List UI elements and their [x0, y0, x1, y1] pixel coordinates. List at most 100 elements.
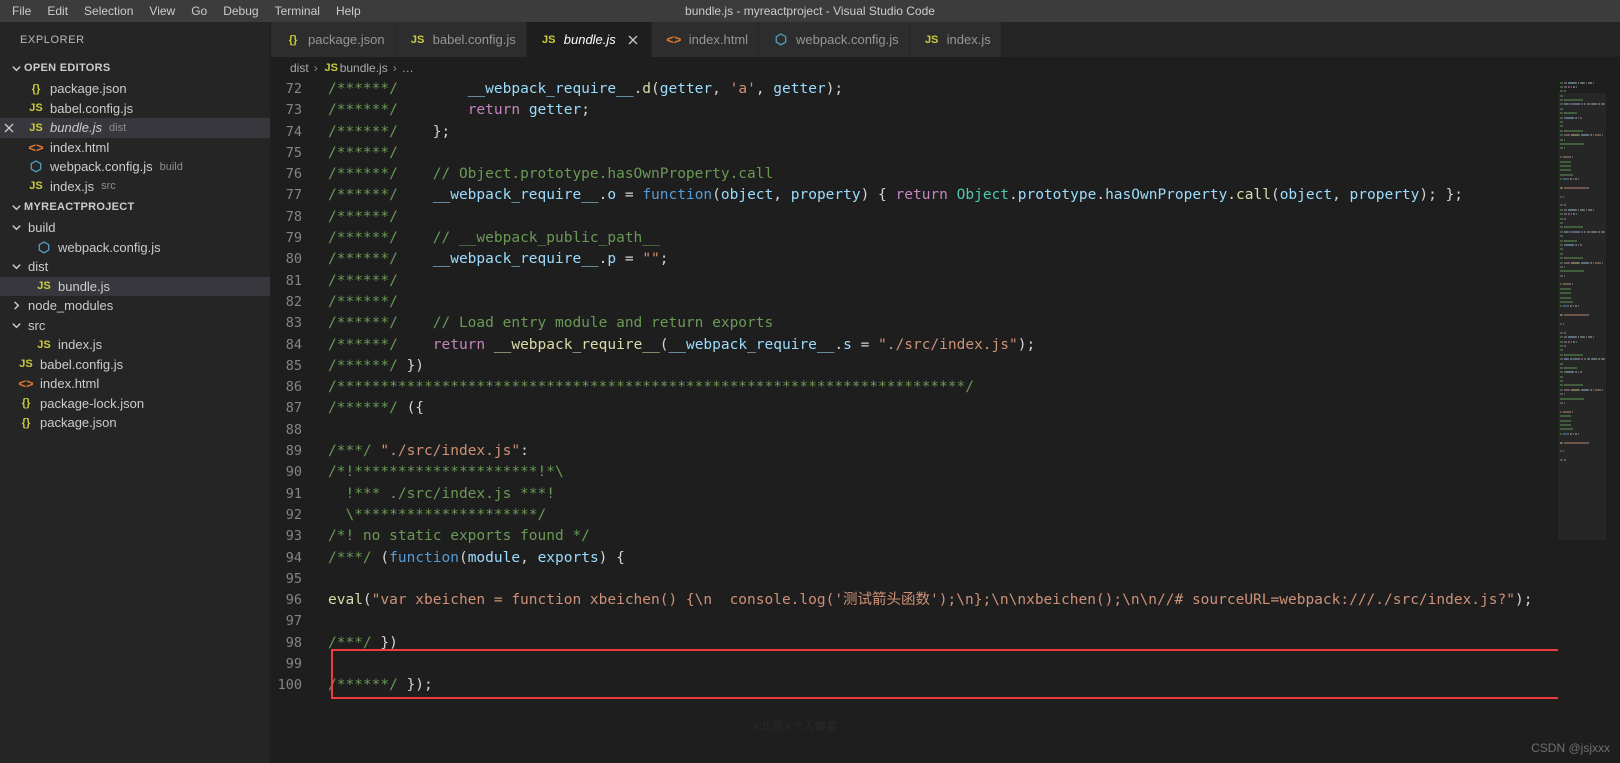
tree-file[interactable]: ⬡ webpack.config.js	[0, 238, 270, 258]
tree-folder[interactable]: node_modules	[0, 296, 270, 316]
menu-view[interactable]: View	[141, 0, 183, 22]
close-icon[interactable]	[625, 32, 641, 48]
tab-babel-config-js[interactable]: JS babel.config.js	[395, 22, 527, 57]
menu-terminal[interactable]: Terminal	[267, 0, 328, 22]
code-line[interactable]: 90 /*!*********************!*\	[271, 462, 1558, 483]
code-line[interactable]: 89 /***/ "./src/index.js":	[271, 441, 1558, 462]
section-open-editors[interactable]: OPEN EDITORS	[0, 57, 270, 79]
line-number: 90	[285, 464, 302, 481]
code-token: /******/	[328, 272, 398, 289]
tab-index-html[interactable]: <> index.html	[651, 22, 760, 57]
code-line[interactable]: 97	[271, 611, 1558, 632]
code-line[interactable]: 72/******/ __webpack_require__.d(getter,…	[271, 79, 1558, 100]
tree-file[interactable]: <> index.html	[0, 374, 270, 394]
minimap[interactable]	[1558, 79, 1620, 763]
file-name: dist	[28, 259, 49, 275]
code-line[interactable]: 74 /******/ };	[271, 122, 1558, 143]
js-icon: JS	[19, 358, 33, 371]
tab-bundle-js[interactable]: JS bundle.js	[526, 22, 652, 57]
menu-go[interactable]: Go	[183, 0, 215, 22]
code-token: .	[1096, 187, 1106, 204]
code-line[interactable]: 91 !*** ./src/index.js ***!	[271, 484, 1558, 505]
tab-package-json[interactable]: {} package.json	[271, 22, 396, 57]
code-line[interactable]: 88	[271, 420, 1558, 441]
code-line[interactable]: 80 /******/ __webpack_require__.p = "";	[271, 249, 1558, 270]
tab-webpack-config-js[interactable]: ⬡ webpack.config.js	[759, 22, 910, 57]
code-line[interactable]: 87 /******/ ({	[271, 398, 1558, 419]
minimap-line	[1560, 81, 1606, 84]
code-line[interactable]: 78 /******/	[271, 207, 1558, 228]
tree-folder[interactable]: src	[0, 316, 270, 336]
tab-index-js[interactable]: JS index.js	[909, 22, 1002, 57]
code-editor[interactable]: 72/******/ __webpack_require__.d(getter,…	[271, 79, 1620, 763]
tree-file[interactable]: {} package.json	[0, 413, 270, 433]
tree-folder[interactable]: build	[0, 218, 270, 238]
section-project[interactable]: MYREACTPROJECT	[0, 196, 270, 218]
code-token: /******/	[328, 166, 398, 183]
html-icon: <>	[666, 32, 682, 47]
minimap-slider[interactable]	[1558, 93, 1606, 540]
breadcrumb-separator: ›	[392, 61, 397, 75]
code-line[interactable]: 83 /******/ // Load entry module and retu…	[271, 313, 1558, 334]
line-content: /******/ // Load entry module and return…	[328, 313, 1558, 334]
code-line[interactable]: 73 /******/ return getter;	[271, 100, 1558, 121]
code-token: __webpack_require__	[432, 187, 599, 204]
breadcrumb-separator: ›	[313, 61, 318, 75]
code-line[interactable]: 84 /******/ return __webpack_require__(__…	[271, 335, 1558, 356]
open-editor-item[interactable]: <> index.html	[0, 138, 270, 158]
breadcrumb-item[interactable]: JS bundle.js	[323, 61, 387, 75]
tree-file[interactable]: JS index.js	[0, 335, 270, 355]
editor-vertical-scrollbar[interactable]	[1606, 79, 1620, 763]
open-editor-item[interactable]: JS index.js src	[0, 177, 270, 197]
line-content: /***************************************…	[328, 377, 1558, 398]
line-content: /******/ return getter;	[328, 100, 1558, 121]
line-content: /******/	[328, 207, 1558, 228]
open-editor-item[interactable]: ⬡ webpack.config.js build	[0, 157, 270, 177]
code-line[interactable]: 81 /******/	[271, 271, 1558, 292]
js-icon: JS	[542, 33, 556, 46]
tab-label: package.json	[308, 32, 385, 47]
breadcrumb-item[interactable]: …	[402, 61, 414, 75]
code-line[interactable]: 100 /******/ });	[271, 675, 1558, 696]
code-line[interactable]: 99	[271, 654, 1558, 675]
tree-file[interactable]: JS bundle.js	[0, 276, 270, 296]
code-line[interactable]: 93 /*! no static exports found */	[271, 526, 1558, 547]
open-editor-item[interactable]: JS bundle.js dist	[0, 118, 270, 138]
breadcrumb-item-label: …	[401, 61, 414, 75]
line-number: 82	[285, 293, 302, 310]
breadcrumb-item[interactable]: dist	[290, 61, 309, 75]
menu-help[interactable]: Help	[328, 0, 369, 22]
menu-selection[interactable]: Selection	[76, 0, 141, 22]
tree-file[interactable]: {} package-lock.json	[0, 394, 270, 414]
open-editor-item[interactable]: JS babel.config.js	[0, 99, 270, 119]
code-line[interactable]: 77 /******/ __webpack_require__. o = funct…	[271, 185, 1558, 206]
code-line[interactable]: 92 \*********************/	[271, 505, 1558, 526]
open-editor-item[interactable]: {} package.json	[0, 79, 270, 99]
code-line[interactable]: 86 /*************************************…	[271, 377, 1558, 398]
menu-edit[interactable]: Edit	[39, 0, 76, 22]
code-line[interactable]: 79 /******/ // __webpack_public_path__	[271, 228, 1558, 249]
code-line[interactable]: 98 /***/ })	[271, 633, 1558, 654]
code-token: /*!*********************!*\	[328, 464, 564, 481]
code-line[interactable]: 76 /******/ // Object.prototype.hasOwnPro…	[271, 164, 1558, 185]
code-line[interactable]: 95	[271, 569, 1558, 590]
code-line[interactable]: 75 /******/	[271, 143, 1558, 164]
close-icon[interactable]	[0, 123, 18, 133]
code-line[interactable]: 85 /******/ })	[271, 356, 1558, 377]
line-number: 92	[285, 506, 302, 523]
code-token: ;	[581, 102, 590, 119]
json-braces-icon: {}	[31, 82, 41, 95]
code-lines-container[interactable]: 72/******/ __webpack_require__.d(getter,…	[271, 79, 1558, 763]
menu-file[interactable]: File	[4, 0, 39, 22]
menu-debug[interactable]: Debug	[215, 0, 266, 22]
code-line[interactable]: 94/***/ (function(module, exports) {	[271, 548, 1558, 569]
minimap-segment	[1567, 81, 1576, 84]
tree-folder[interactable]: dist	[0, 257, 270, 277]
file-name: package.json	[50, 81, 127, 97]
code-line[interactable]: 96 eval("var xbeichen = function xbeichen…	[271, 590, 1558, 611]
code-token: (	[362, 592, 372, 609]
code-line[interactable]: 82 /******/	[271, 292, 1558, 313]
tree-file[interactable]: JS babel.config.js	[0, 355, 270, 375]
line-number: 100	[277, 677, 302, 694]
